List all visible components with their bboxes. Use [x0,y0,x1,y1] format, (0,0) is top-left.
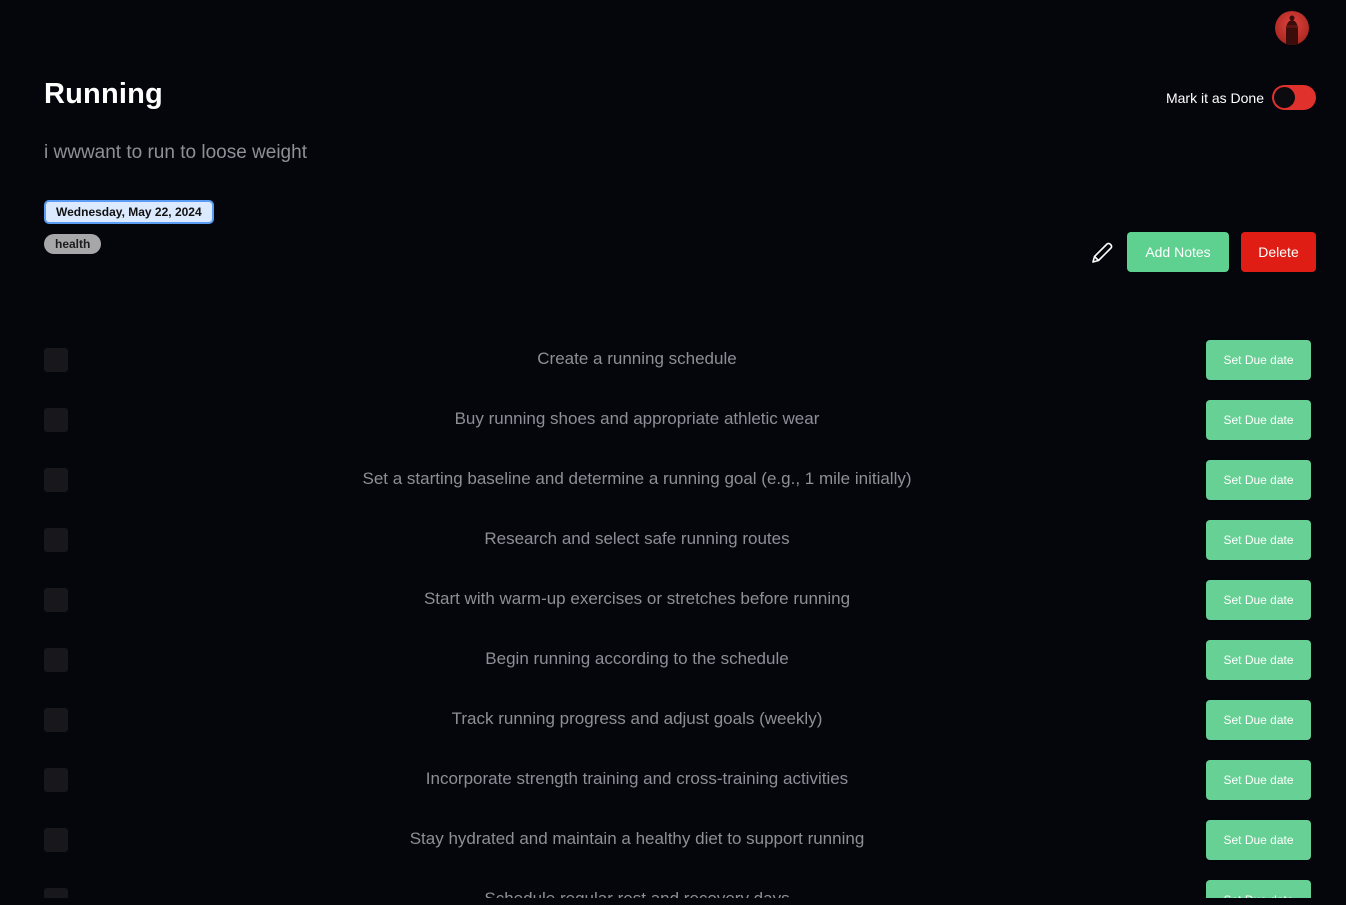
task-text: Stay hydrated and maintain a healthy die… [409,829,865,848]
task-text: Set a starting baseline and determine a … [362,469,912,488]
task-row: Incorporate strength training and cross-… [0,750,1346,810]
task-row: Stay hydrated and maintain a healthy die… [0,810,1346,870]
set-due-date-button[interactable]: Set Due date [1206,580,1311,620]
task-row: Set a starting baseline and determine a … [0,450,1346,510]
user-avatar[interactable] [1275,11,1309,45]
task-checkbox[interactable] [44,648,68,672]
task-checkbox[interactable] [44,348,68,372]
goal-title: Running [44,78,163,110]
mark-done-toggle[interactable] [1272,85,1316,110]
task-checkbox[interactable] [44,768,68,792]
task-row: Schedule regular rest and recovery days S… [0,870,1346,898]
task-text: Buy running shoes and appropriate athlet… [454,409,820,428]
task-checkbox[interactable] [44,828,68,852]
task-text: Schedule regular rest and recovery days [120,889,1154,898]
mark-done-label: Mark it as Done [1165,89,1264,106]
user-avatar-icon [1286,15,1298,45]
set-due-date-button[interactable]: Set Due date [1206,400,1311,440]
task-row: Start with warm-up exercises or stretche… [0,570,1346,630]
set-due-date-button[interactable]: Set Due date [1206,520,1311,560]
goal-detail-page: Running i wwwant to run to loose weight … [0,0,1346,905]
task-text: Incorporate strength training and cross-… [425,769,849,788]
task-list: Create a running schedule Set Due date Buy… [0,330,1346,898]
set-due-date-button[interactable]: Set Due date [1206,880,1311,898]
task-checkbox[interactable] [44,408,68,432]
task-text: Start with warm-up exercises or stretche… [423,589,851,608]
delete-button[interactable]: Delete [1241,232,1316,272]
task-row: Begin running according to the schedule S… [0,630,1346,690]
task-checkbox[interactable] [44,468,68,492]
set-due-date-button[interactable]: Set Due date [1206,640,1311,680]
task-text: Track running progress and adjust goals … [451,709,823,728]
toggle-knob [1274,87,1295,108]
goal-tag: health [44,234,102,254]
task-row: Track running progress and adjust goals … [0,690,1346,750]
goal-description: i wwwant to run to loose weight [44,142,307,163]
task-checkbox[interactable] [44,588,68,612]
set-due-date-button[interactable]: Set Due date [1206,700,1311,740]
set-due-date-button[interactable]: Set Due date [1206,760,1311,800]
task-text: Begin running according to the schedule [485,649,789,668]
pencil-icon [1092,242,1113,263]
task-checkbox[interactable] [44,888,68,898]
set-due-date-button[interactable]: Set Due date [1206,340,1311,380]
task-checkbox[interactable] [44,708,68,732]
task-row: Research and select safe running routes S… [0,510,1346,570]
task-checkbox[interactable] [44,528,68,552]
add-notes-button[interactable]: Add Notes [1127,232,1229,272]
goal-date-badge: Wednesday, May 22, 2024 [44,200,214,224]
set-due-date-button[interactable]: Set Due date [1206,460,1311,500]
edit-button[interactable] [1089,240,1115,266]
mark-done-control: Mark it as Done [1166,85,1316,110]
task-text: Research and select safe running routes [484,529,790,548]
task-text: Create a running schedule [537,349,737,368]
task-row: Buy running shoes and appropriate athlet… [0,390,1346,450]
set-due-date-button[interactable]: Set Due date [1206,820,1311,860]
task-row: Create a running schedule Set Due date [0,330,1346,390]
